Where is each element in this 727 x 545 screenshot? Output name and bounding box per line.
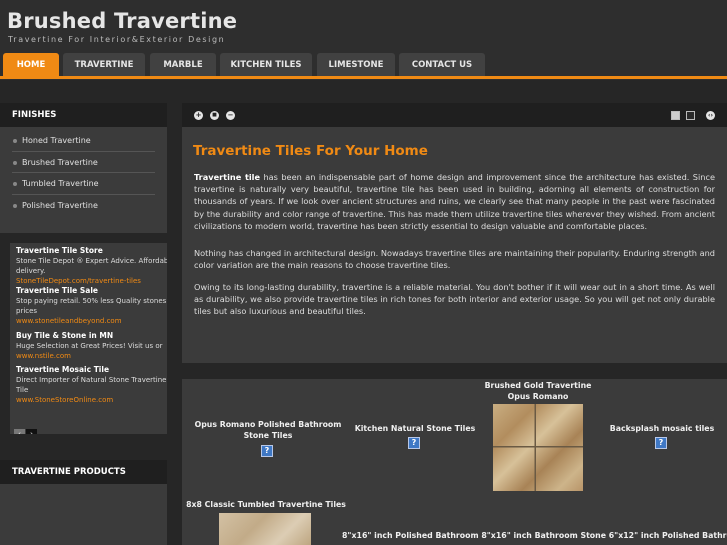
bullet-icon	[13, 182, 17, 186]
finish-link-brushed[interactable]: Brushed Travertine	[0, 152, 167, 173]
finishes-title: FINISHES	[0, 103, 167, 127]
ad-text: Direct Importer of Natural Stone Travert…	[16, 376, 167, 384]
products-title: TRAVERTINE PRODUCTS	[0, 460, 167, 484]
window-icon[interactable]	[686, 111, 695, 120]
ad-text: delivery.	[16, 267, 46, 275]
ad-url[interactable]: www.stonetileandbeyond.com	[16, 316, 167, 326]
ad-text: Stone Tile Depot ® Expert Advice. Afford…	[16, 257, 167, 265]
question-icon[interactable]: ?	[408, 437, 420, 449]
ad-block[interactable]: Travertine Tile Store Stone Tile Depot ®…	[10, 246, 167, 286]
bullet-icon	[13, 203, 17, 208]
ad-url[interactable]: StoneTileDepot.com/travertine-tiles	[16, 276, 167, 286]
bullet-icon	[13, 139, 17, 143]
products-panel: TRAVERTINE PRODUCTS	[0, 460, 167, 545]
expand-icon[interactable]: ‹›	[706, 111, 715, 120]
site-header: Brushed Travertine Travertine For Interi…	[0, 0, 727, 80]
bullet-icon	[13, 160, 17, 165]
intro-paragraph: Travertine tile has been an indispensabl…	[194, 171, 715, 232]
ad-block[interactable]: Buy Tile & Stone in MN Huge Selection at…	[10, 331, 167, 361]
ad-text: Tile	[16, 386, 29, 394]
chevron-left-icon[interactable]: ‹	[14, 429, 25, 434]
ad-pager: ‹ ›	[14, 421, 38, 434]
ad-title[interactable]: Buy Tile & Stone in MN	[16, 331, 167, 341]
nav-tab-contact-us[interactable]: CONTACT US	[399, 53, 485, 77]
product-gallery: Opus Romano Polished Bathroom Stone Tile…	[182, 379, 727, 545]
finish-link-polished[interactable]: Polished Travertine	[0, 195, 167, 217]
gallery-caption[interactable]: 8x8 Classic Tumbled Travertine Tiles	[182, 499, 350, 510]
chevron-right-icon[interactable]: ›	[26, 429, 37, 434]
nav-accent-line	[0, 76, 727, 79]
main-content: + ■ − ‹› Travertine Tiles For Your Home …	[182, 103, 727, 363]
ad-url[interactable]: www.StoneStoreOnline.com	[16, 395, 167, 405]
paragraph-three: Owing to its long-lasting durability, tr…	[194, 282, 715, 317]
nav-tab-kitchen-tiles[interactable]: KITCHEN TILES	[220, 53, 312, 77]
ad-block[interactable]: Travertine Mosaic Tile Direct Importer o…	[10, 365, 167, 405]
gallery-caption[interactable]: Brushed Gold Travertine Opus Romano	[478, 380, 598, 402]
ad-block[interactable]: Travertine Tile Sale Stop paying retail.…	[10, 286, 167, 326]
travertine-tile-image[interactable]	[493, 404, 583, 491]
nav-tab-travertine[interactable]: TRAVERTINE	[63, 53, 145, 77]
gallery-caption[interactable]: Backsplash mosaic tiles	[602, 423, 722, 434]
main-nav: HOME TRAVERTINE MARBLE KITCHEN TILES LIM…	[0, 53, 727, 78]
ad-title[interactable]: Travertine Tile Store	[16, 246, 167, 256]
finish-label: Polished Travertine	[22, 200, 98, 210]
list-view-icon[interactable]	[671, 111, 680, 120]
site-title[interactable]: Brushed Travertine	[7, 9, 237, 33]
finish-label: Tumbled Travertine	[22, 179, 99, 188]
ad-url[interactable]: www.nstile.com	[16, 351, 167, 361]
finish-link-tumbled[interactable]: Tumbled Travertine	[0, 173, 167, 195]
ad-text: prices	[16, 307, 38, 315]
nav-tab-home[interactable]: HOME	[3, 53, 59, 77]
finish-label: Brushed Travertine	[22, 157, 98, 167]
paragraph-text: has been an indispensable part of home d…	[194, 172, 715, 231]
ad-title[interactable]: Travertine Mosaic Tile	[16, 365, 167, 375]
finish-label: Honed Travertine	[22, 136, 91, 145]
travertine-tile-image[interactable]	[219, 513, 311, 545]
ads-panel: Travertine Tile Store Stone Tile Depot ®…	[10, 243, 167, 434]
question-icon[interactable]: ?	[655, 437, 667, 449]
question-icon[interactable]: ?	[261, 445, 273, 457]
content-toolbar: + ■ − ‹›	[182, 103, 727, 127]
nav-tab-limestone[interactable]: LIMESTONE	[317, 53, 395, 77]
finish-link-honed[interactable]: Honed Travertine	[0, 130, 167, 152]
stop-icon[interactable]: ■	[210, 111, 219, 120]
bold-term: Travertine tile	[194, 172, 261, 182]
minus-icon[interactable]: −	[226, 111, 235, 120]
ad-text: Huge Selection at Great Prices! Visit us…	[16, 342, 163, 350]
ad-text: Stop paying retail. 50% less Quality sto…	[16, 297, 167, 305]
paragraph-two: Nothing has changed in architectural des…	[194, 248, 715, 271]
page-heading: Travertine Tiles For Your Home	[193, 143, 428, 159]
ad-title[interactable]: Travertine Tile Sale	[16, 286, 167, 296]
plus-icon[interactable]: +	[194, 111, 203, 120]
finishes-panel: FINISHES Honed Travertine Brushed Traver…	[0, 103, 167, 233]
nav-tab-marble[interactable]: MARBLE	[150, 53, 216, 77]
site-tagline: Travertine For Interior&Exterior Design	[8, 35, 226, 44]
gallery-caption[interactable]: Opus Romano Polished Bathroom Stone Tile…	[182, 419, 354, 441]
gallery-caption[interactable]: 8"x16" inch Polished Bathroom 8"x16" inc…	[342, 530, 727, 541]
gallery-caption[interactable]: Kitchen Natural Stone Tiles	[354, 423, 476, 434]
